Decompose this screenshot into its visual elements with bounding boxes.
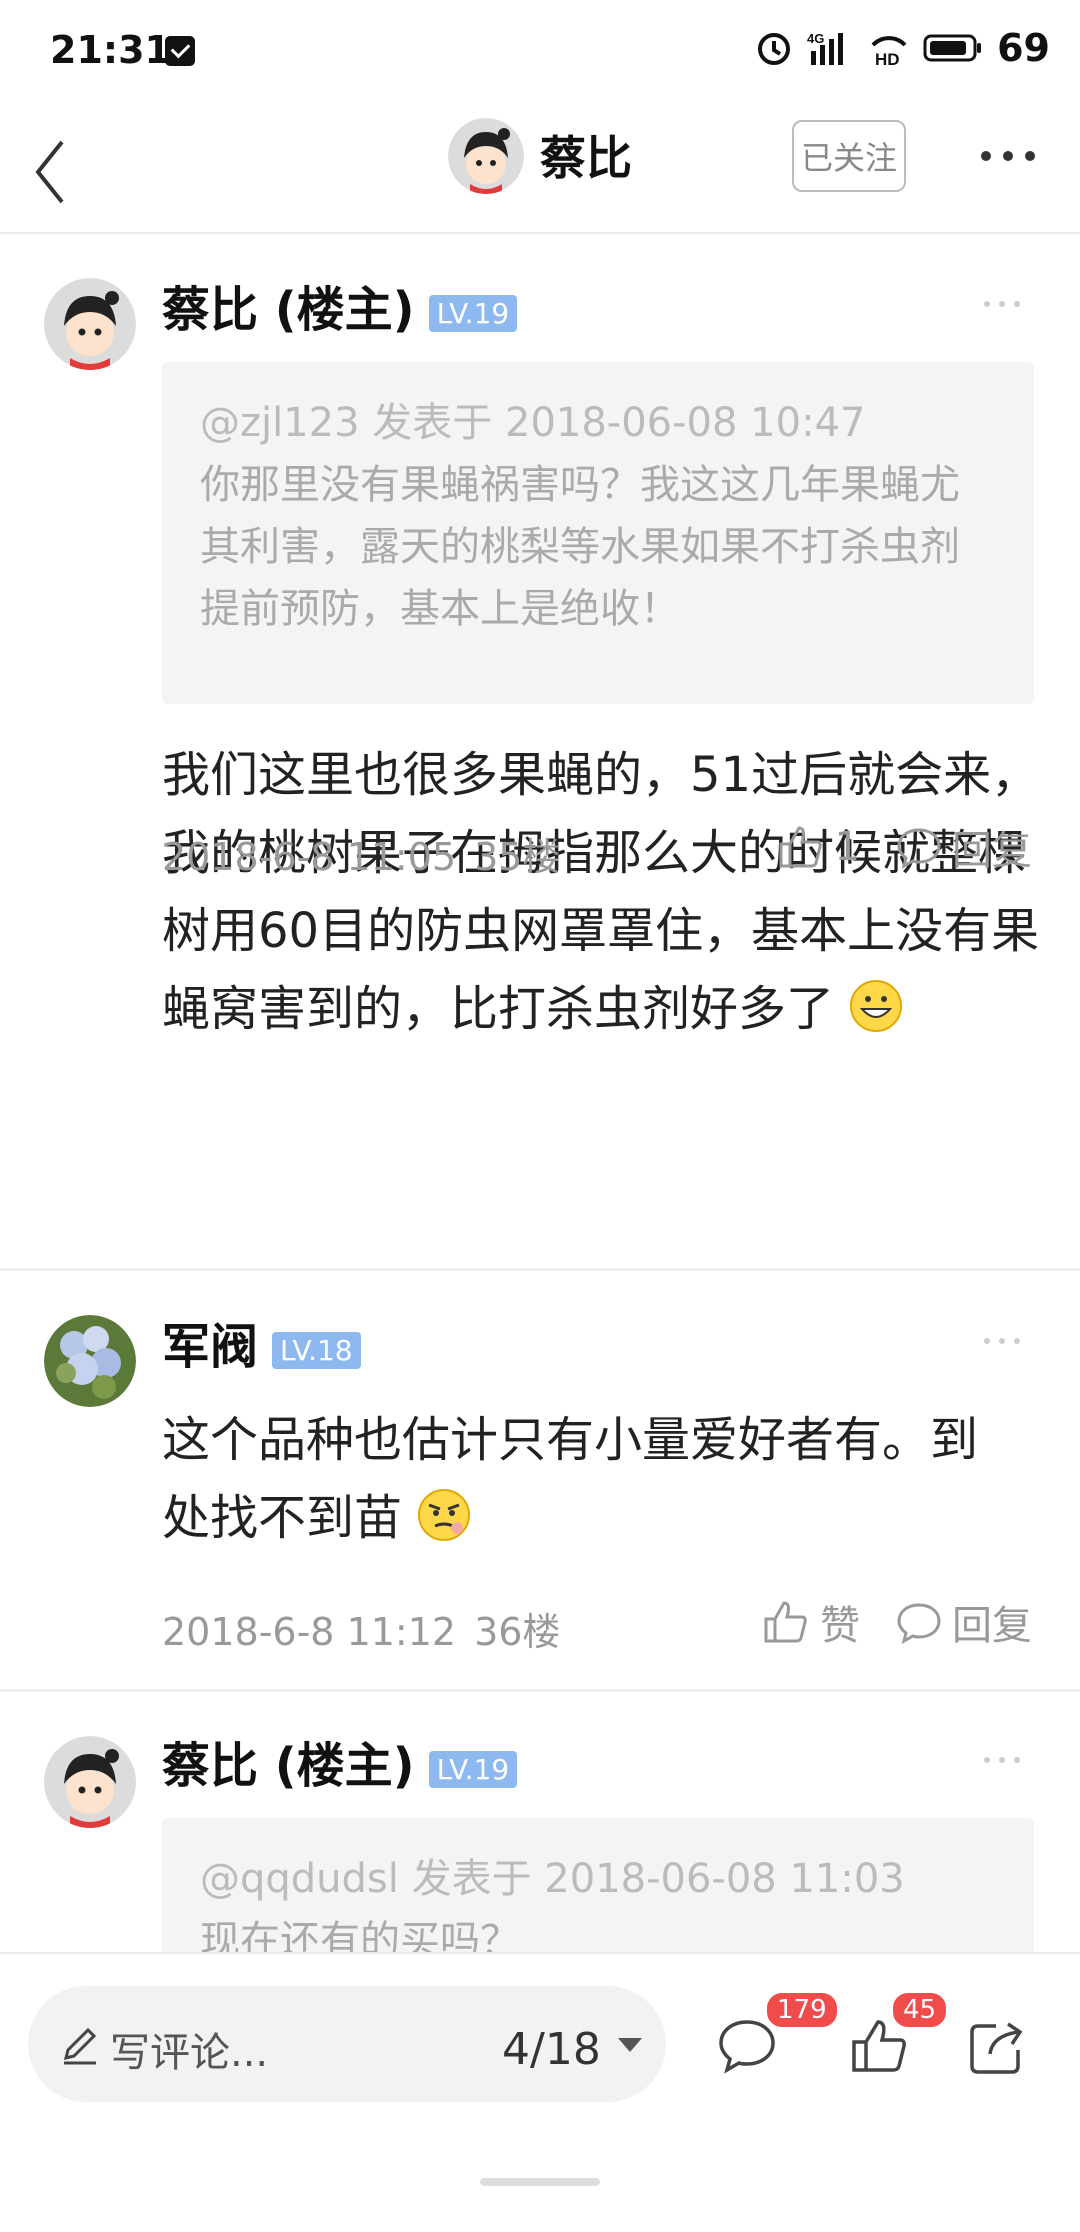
svg-text:HD: HD: [875, 50, 900, 67]
svg-text:4G: 4G: [807, 31, 824, 46]
post-more-icon[interactable]: [982, 1335, 1022, 1347]
home-indicator[interactable]: [480, 2178, 600, 2186]
chevron-down-icon[interactable]: [618, 2038, 642, 2052]
battery-level: 69: [997, 26, 1050, 70]
avatar[interactable]: [44, 1315, 136, 1407]
comment-time: 2018-6-8 11:12: [162, 1610, 457, 1654]
username[interactable]: 蔡比 (楼主) LV.19: [162, 1726, 518, 1796]
alarm-icon: [758, 33, 791, 65]
comment-item: 军阀 LV.18 这个品种也估计只有小量爱好者有。到处找不到苗 2018-6-8 …: [0, 1271, 1080, 1691]
share-icon[interactable]: [966, 2016, 1028, 2078]
quote-header: @zjl123 发表于 2018-06-08 10:47: [200, 400, 866, 446]
floor-number: 36楼: [474, 1610, 561, 1654]
doubtful-emoji-icon: [418, 1489, 471, 1541]
reply-bubble-icon[interactable]: [896, 1599, 942, 1645]
level-badge: LV.18: [272, 1331, 361, 1369]
like-count[interactable]: 1: [835, 824, 860, 870]
status-bar: 21:31 4G HD 69: [0, 0, 1080, 110]
quote-text: 你那里没有果蝇祸害吗？我这这几年果蝇尤其利害，露天的桃梨等水果如果不打杀虫剂提前…: [200, 462, 960, 632]
more-options-icon[interactable]: [978, 146, 1038, 166]
comment-placeholder: 写评论...: [110, 2030, 269, 2076]
wifi-hd-icon: HD: [871, 36, 907, 67]
bottom-toolbar: 写评论... 4/18 179 45: [0, 1952, 1080, 2232]
page-indicator[interactable]: 4/18: [502, 2024, 601, 2075]
like-count-badge: 45: [890, 1990, 950, 2030]
grin-emoji-icon: [850, 980, 903, 1032]
post-more-icon[interactable]: [982, 1754, 1022, 1766]
comment-body: 这个品种也估计只有小量爱好者有。到处找不到苗: [162, 1412, 979, 1546]
pencil-icon: [63, 2027, 97, 2065]
page-title: 蔡比: [540, 131, 632, 185]
quoted-comment[interactable]: @qqdudsl 发表于 2018-06-08 11:03 现在还有的买吗？: [162, 1818, 1034, 1952]
notification-icon: [165, 36, 195, 66]
avatar[interactable]: [44, 278, 136, 370]
comment-body: 我们这里也很多果蝇的，51过后就会来，我的桃树果子在拇指那么大的时候就整棵树用6…: [162, 747, 1040, 1037]
username[interactable]: 军阀 LV.18: [162, 1307, 361, 1377]
top-nav: 蔡比 已关注: [0, 110, 1080, 234]
post-more-icon[interactable]: [982, 298, 1022, 310]
reply-button[interactable]: 回复: [952, 818, 1032, 876]
avatar[interactable]: [44, 1736, 136, 1828]
comment-item: 蔡比 (楼主) LV.19 @qqdudsl 发表于 2018-06-08 11:…: [0, 1692, 1080, 1952]
level-badge: LV.19: [428, 294, 518, 332]
like-icon[interactable]: [760, 1597, 810, 1647]
comments-icon[interactable]: [716, 2016, 778, 2078]
like-icon[interactable]: [775, 822, 825, 872]
quote-header: @qqdudsl 发表于 2018-06-08 11:03: [200, 1856, 905, 1902]
comment-time: 2018-6-8 11:05: [162, 835, 457, 879]
battery-icon: [923, 34, 982, 62]
status-time: 21:31: [50, 28, 171, 72]
like-button[interactable]: 赞: [820, 1593, 860, 1651]
comment-count-badge: 179: [764, 1990, 840, 2030]
signal-4g-icon: 4G: [807, 31, 844, 65]
comment-input[interactable]: 写评论... 4/18: [28, 1986, 666, 2102]
level-badge: LV.19: [428, 1750, 518, 1788]
comment-item: 蔡比 (楼主) LV.19 @zjl123 发表于 2018-06-08 10:4…: [0, 234, 1080, 1270]
reply-button[interactable]: 回复: [952, 1593, 1032, 1651]
back-arrow-icon[interactable]: [28, 132, 88, 212]
floor-number: 35楼: [474, 835, 561, 879]
username[interactable]: 蔡比 (楼主) LV.19: [162, 270, 518, 340]
follow-button[interactable]: 已关注: [792, 120, 906, 192]
avatar[interactable]: [448, 118, 524, 194]
reply-bubble-icon[interactable]: [896, 824, 942, 870]
quote-text: 现在还有的买吗？: [200, 1918, 520, 1952]
quoted-comment[interactable]: @zjl123 发表于 2018-06-08 10:47 你那里没有果蝇祸害吗？…: [162, 362, 1034, 704]
